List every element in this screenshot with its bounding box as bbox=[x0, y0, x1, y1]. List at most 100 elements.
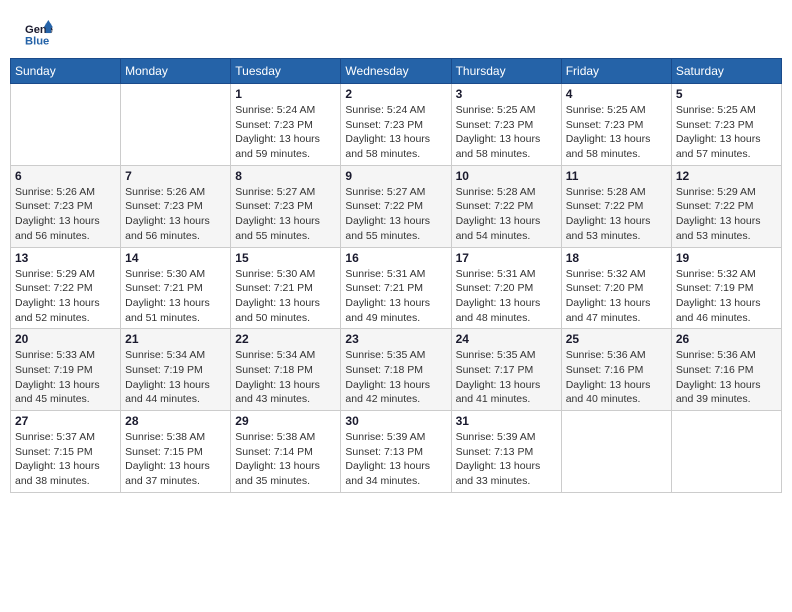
calendar-cell bbox=[121, 84, 231, 166]
calendar-cell: 21 Sunrise: 5:34 AM Sunset: 7:19 PM Dayli… bbox=[121, 329, 231, 411]
calendar-cell: 20 Sunrise: 5:33 AM Sunset: 7:19 PM Dayli… bbox=[11, 329, 121, 411]
day-number: 15 bbox=[235, 251, 336, 265]
day-number: 11 bbox=[566, 169, 667, 183]
day-number: 9 bbox=[345, 169, 446, 183]
day-info: Sunrise: 5:31 AM Sunset: 7:21 PM Dayligh… bbox=[345, 267, 446, 326]
day-info: Sunrise: 5:26 AM Sunset: 7:23 PM Dayligh… bbox=[15, 185, 116, 244]
day-number: 5 bbox=[676, 87, 777, 101]
day-info: Sunrise: 5:32 AM Sunset: 7:20 PM Dayligh… bbox=[566, 267, 667, 326]
day-info: Sunrise: 5:37 AM Sunset: 7:15 PM Dayligh… bbox=[15, 430, 116, 489]
day-number: 14 bbox=[125, 251, 226, 265]
day-info: Sunrise: 5:28 AM Sunset: 7:22 PM Dayligh… bbox=[566, 185, 667, 244]
day-info: Sunrise: 5:28 AM Sunset: 7:22 PM Dayligh… bbox=[456, 185, 557, 244]
day-info: Sunrise: 5:38 AM Sunset: 7:14 PM Dayligh… bbox=[235, 430, 336, 489]
calendar-cell: 9 Sunrise: 5:27 AM Sunset: 7:22 PM Daylig… bbox=[341, 165, 451, 247]
day-number: 21 bbox=[125, 332, 226, 346]
calendar-cell: 25Sunrise: 5:36 AM Sunset: 7:16 PM Dayli… bbox=[561, 329, 671, 411]
calendar-cell: 12 Sunrise: 5:29 AM Sunset: 7:22 PM Dayli… bbox=[671, 165, 781, 247]
day-number: 20 bbox=[15, 332, 116, 346]
day-info: Sunrise: 5:24 AM Sunset: 7:23 PM Dayligh… bbox=[235, 103, 336, 162]
day-number: 30 bbox=[345, 414, 446, 428]
day-header-monday: Monday bbox=[121, 59, 231, 84]
day-info: Sunrise: 5:31 AM Sunset: 7:20 PM Dayligh… bbox=[456, 267, 557, 326]
calendar-cell: 31 Sunrise: 5:39 AM Sunset: 7:13 PM Dayli… bbox=[451, 411, 561, 493]
day-number: 4 bbox=[566, 87, 667, 101]
day-info: Sunrise: 5:29 AM Sunset: 7:22 PM Dayligh… bbox=[676, 185, 777, 244]
day-info: Sunrise: 5:33 AM Sunset: 7:19 PM Dayligh… bbox=[15, 348, 116, 407]
calendar-header-row: SundayMondayTuesdayWednesdayThursdayFrid… bbox=[11, 59, 782, 84]
calendar-cell: 15 Sunrise: 5:30 AM Sunset: 7:21 PM Dayli… bbox=[231, 247, 341, 329]
logo-icon: General Blue bbox=[25, 20, 53, 48]
day-info: Sunrise: 5:27 AM Sunset: 7:22 PM Dayligh… bbox=[345, 185, 446, 244]
day-number: 8 bbox=[235, 169, 336, 183]
calendar-week-row: 1 Sunrise: 5:24 AM Sunset: 7:23 PM Daylig… bbox=[11, 84, 782, 166]
calendar-week-row: 20 Sunrise: 5:33 AM Sunset: 7:19 PM Dayli… bbox=[11, 329, 782, 411]
day-number: 16 bbox=[345, 251, 446, 265]
day-number: 1 bbox=[235, 87, 336, 101]
calendar-cell: 19 Sunrise: 5:32 AM Sunset: 7:19 PM Dayli… bbox=[671, 247, 781, 329]
calendar-cell bbox=[561, 411, 671, 493]
day-header-thursday: Thursday bbox=[451, 59, 561, 84]
day-info: Sunrise: 5:25 AM Sunset: 7:23 PM Dayligh… bbox=[566, 103, 667, 162]
calendar-cell: 29 Sunrise: 5:38 AM Sunset: 7:14 PM Dayli… bbox=[231, 411, 341, 493]
day-info: Sunrise: 5:27 AM Sunset: 7:23 PM Dayligh… bbox=[235, 185, 336, 244]
calendar-cell: 2 Sunrise: 5:24 AM Sunset: 7:23 PM Daylig… bbox=[341, 84, 451, 166]
calendar-cell: 24Sunrise: 5:35 AM Sunset: 7:17 PM Dayli… bbox=[451, 329, 561, 411]
day-header-saturday: Saturday bbox=[671, 59, 781, 84]
day-number: 17 bbox=[456, 251, 557, 265]
calendar-cell: 4 Sunrise: 5:25 AM Sunset: 7:23 PM Daylig… bbox=[561, 84, 671, 166]
calendar-cell: 10 Sunrise: 5:28 AM Sunset: 7:22 PM Dayli… bbox=[451, 165, 561, 247]
day-info: Sunrise: 5:30 AM Sunset: 7:21 PM Dayligh… bbox=[235, 267, 336, 326]
day-header-friday: Friday bbox=[561, 59, 671, 84]
day-number: 2 bbox=[345, 87, 446, 101]
calendar-cell: 23Sunrise: 5:35 AM Sunset: 7:18 PM Dayli… bbox=[341, 329, 451, 411]
calendar-cell: 27 Sunrise: 5:37 AM Sunset: 7:15 PM Dayli… bbox=[11, 411, 121, 493]
calendar-cell bbox=[671, 411, 781, 493]
day-number: 18 bbox=[566, 251, 667, 265]
calendar-cell: 22Sunrise: 5:34 AM Sunset: 7:18 PM Dayli… bbox=[231, 329, 341, 411]
day-header-sunday: Sunday bbox=[11, 59, 121, 84]
day-number: 24 bbox=[456, 332, 557, 346]
day-info: Sunrise: 5:32 AM Sunset: 7:19 PM Dayligh… bbox=[676, 267, 777, 326]
calendar-cell: 11 Sunrise: 5:28 AM Sunset: 7:22 PM Dayli… bbox=[561, 165, 671, 247]
day-info: Sunrise: 5:39 AM Sunset: 7:13 PM Dayligh… bbox=[345, 430, 446, 489]
calendar-cell: 13Sunrise: 5:29 AM Sunset: 7:22 PM Dayli… bbox=[11, 247, 121, 329]
calendar-table: SundayMondayTuesdayWednesdayThursdayFrid… bbox=[10, 58, 782, 493]
calendar-cell: 5Sunrise: 5:25 AM Sunset: 7:23 PM Daylig… bbox=[671, 84, 781, 166]
day-info: Sunrise: 5:30 AM Sunset: 7:21 PM Dayligh… bbox=[125, 267, 226, 326]
day-header-tuesday: Tuesday bbox=[231, 59, 341, 84]
calendar-cell: 30 Sunrise: 5:39 AM Sunset: 7:13 PM Dayli… bbox=[341, 411, 451, 493]
logo: General Blue bbox=[25, 20, 57, 48]
day-info: Sunrise: 5:36 AM Sunset: 7:16 PM Dayligh… bbox=[566, 348, 667, 407]
calendar-week-row: 27 Sunrise: 5:37 AM Sunset: 7:15 PM Dayli… bbox=[11, 411, 782, 493]
day-info: Sunrise: 5:26 AM Sunset: 7:23 PM Dayligh… bbox=[125, 185, 226, 244]
calendar-cell bbox=[11, 84, 121, 166]
day-info: Sunrise: 5:38 AM Sunset: 7:15 PM Dayligh… bbox=[125, 430, 226, 489]
day-number: 23 bbox=[345, 332, 446, 346]
day-number: 12 bbox=[676, 169, 777, 183]
calendar-cell: 18 Sunrise: 5:32 AM Sunset: 7:20 PM Dayli… bbox=[561, 247, 671, 329]
day-number: 31 bbox=[456, 414, 557, 428]
day-number: 26 bbox=[676, 332, 777, 346]
day-number: 3 bbox=[456, 87, 557, 101]
day-info: Sunrise: 5:34 AM Sunset: 7:19 PM Dayligh… bbox=[125, 348, 226, 407]
calendar-cell: 1 Sunrise: 5:24 AM Sunset: 7:23 PM Daylig… bbox=[231, 84, 341, 166]
day-number: 27 bbox=[15, 414, 116, 428]
day-number: 28 bbox=[125, 414, 226, 428]
day-number: 7 bbox=[125, 169, 226, 183]
calendar-cell: 16 Sunrise: 5:31 AM Sunset: 7:21 PM Dayli… bbox=[341, 247, 451, 329]
calendar-cell: 8 Sunrise: 5:27 AM Sunset: 7:23 PM Daylig… bbox=[231, 165, 341, 247]
day-info: Sunrise: 5:24 AM Sunset: 7:23 PM Dayligh… bbox=[345, 103, 446, 162]
calendar-cell: 14 Sunrise: 5:30 AM Sunset: 7:21 PM Dayli… bbox=[121, 247, 231, 329]
day-info: Sunrise: 5:39 AM Sunset: 7:13 PM Dayligh… bbox=[456, 430, 557, 489]
day-info: Sunrise: 5:36 AM Sunset: 7:16 PM Dayligh… bbox=[676, 348, 777, 407]
calendar-cell: 17 Sunrise: 5:31 AM Sunset: 7:20 PM Dayli… bbox=[451, 247, 561, 329]
calendar-cell: 6Sunrise: 5:26 AM Sunset: 7:23 PM Daylig… bbox=[11, 165, 121, 247]
calendar-week-row: 6Sunrise: 5:26 AM Sunset: 7:23 PM Daylig… bbox=[11, 165, 782, 247]
day-number: 10 bbox=[456, 169, 557, 183]
day-header-wednesday: Wednesday bbox=[341, 59, 451, 84]
day-number: 29 bbox=[235, 414, 336, 428]
day-info: Sunrise: 5:25 AM Sunset: 7:23 PM Dayligh… bbox=[456, 103, 557, 162]
day-number: 22 bbox=[235, 332, 336, 346]
day-number: 19 bbox=[676, 251, 777, 265]
